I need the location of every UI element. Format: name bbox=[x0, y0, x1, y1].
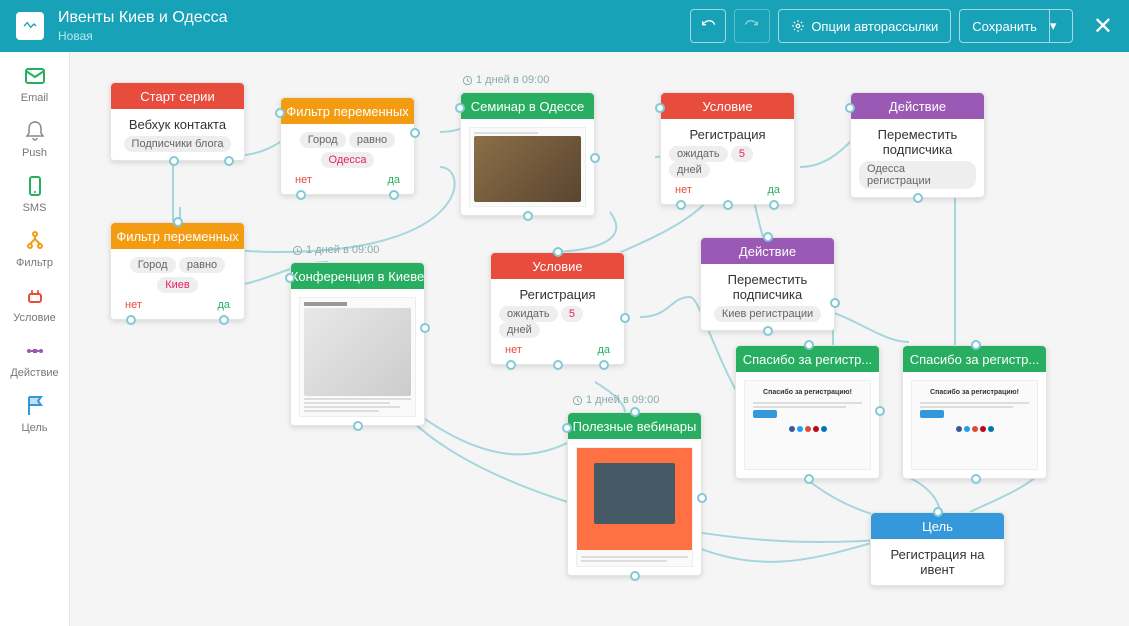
node-thanks-1[interactable]: Спасибо за регистр... Спасибо за регистр… bbox=[735, 345, 880, 479]
email-icon bbox=[23, 64, 47, 88]
sidebar-item-filter[interactable]: Фильтр bbox=[0, 221, 69, 276]
canvas[interactable]: Старт серии Вебхук контакта Подписчики б… bbox=[70, 52, 1129, 626]
node-condition-2[interactable]: Условие Регистрация ожидать 5 дней нетда bbox=[490, 252, 625, 365]
node-head: Старт серии bbox=[111, 83, 244, 109]
page-status: Новая bbox=[58, 29, 690, 43]
node-start[interactable]: Старт серии Вебхук контакта Подписчики б… bbox=[110, 82, 245, 161]
node-head: Семинар в Одессе bbox=[461, 93, 594, 119]
close-icon[interactable]: ✕ bbox=[1093, 12, 1113, 41]
sidebar-item-condition[interactable]: Условие bbox=[0, 276, 69, 331]
sidebar-item-email[interactable]: Email bbox=[0, 56, 69, 111]
sidebar: Email Push SMS Фильтр Условие Действие Ц… bbox=[0, 52, 70, 626]
node-head: Фильтр переменных bbox=[281, 98, 414, 124]
start-label: Вебхук контакта bbox=[129, 117, 226, 132]
time-tag: 1 дней в 09:00 bbox=[462, 74, 549, 86]
sidebar-item-push[interactable]: Push bbox=[0, 111, 69, 166]
goal-icon bbox=[23, 394, 47, 418]
phone-icon bbox=[23, 174, 47, 198]
title-block: Ивенты Киев и Одесса Новая bbox=[58, 9, 690, 43]
sidebar-item-sms[interactable]: SMS bbox=[0, 166, 69, 221]
time-tag: 1 дней в 09:00 bbox=[292, 244, 379, 256]
node-action-kiev[interactable]: Действие Переместить подписчика Киев рег… bbox=[700, 237, 835, 331]
start-pill: Подписчики блога bbox=[124, 136, 232, 152]
filter-icon bbox=[23, 229, 47, 253]
options-button[interactable]: Опции авторассылки bbox=[778, 9, 951, 43]
email-preview: Спасибо за регистрацию! bbox=[744, 380, 871, 470]
node-filter-odessa[interactable]: Фильтр переменных Город равно Одесса нет… bbox=[280, 97, 415, 195]
condition-icon bbox=[23, 284, 47, 308]
page-title: Ивенты Киев и Одесса bbox=[58, 9, 690, 27]
node-goal[interactable]: Цель Регистрация на ивент bbox=[870, 512, 1005, 586]
save-button[interactable]: Сохранить bbox=[959, 9, 1049, 43]
node-webinars[interactable]: Полезные вебинары bbox=[567, 412, 702, 576]
email-preview bbox=[469, 127, 586, 207]
node-head: Конференция в Киеве bbox=[291, 263, 424, 289]
redo-button[interactable] bbox=[734, 9, 770, 43]
node-head: Условие bbox=[661, 93, 794, 119]
header: Ивенты Киев и Одесса Новая Опции авторас… bbox=[0, 0, 1129, 52]
node-filter-kiev[interactable]: Фильтр переменных Город равно Киев нетда bbox=[110, 222, 245, 320]
node-action-odessa[interactable]: Действие Переместить подписчика Одесса р… bbox=[850, 92, 985, 198]
node-thanks-2[interactable]: Спасибо за регистр... Спасибо за регистр… bbox=[902, 345, 1047, 479]
email-preview: Спасибо за регистрацию! bbox=[911, 380, 1038, 470]
save-dropdown-button[interactable]: ▾ bbox=[1049, 9, 1073, 43]
logo-badge bbox=[16, 12, 44, 40]
email-preview bbox=[576, 447, 693, 567]
sidebar-item-action[interactable]: Действие bbox=[0, 331, 69, 386]
action-icon bbox=[23, 339, 47, 363]
undo-button[interactable] bbox=[690, 9, 726, 43]
node-conference[interactable]: Конференция в Киеве bbox=[290, 262, 425, 426]
bell-icon bbox=[23, 119, 47, 143]
node-seminar[interactable]: Семинар в Одессе bbox=[460, 92, 595, 216]
email-preview bbox=[299, 297, 416, 417]
node-condition-1[interactable]: Условие Регистрация ожидать 5 дней нетда bbox=[660, 92, 795, 205]
sidebar-item-goal[interactable]: Цель bbox=[0, 386, 69, 441]
node-head: Действие bbox=[851, 93, 984, 119]
options-label: Опции авторассылки bbox=[811, 19, 938, 34]
time-tag: 1 дней в 09:00 bbox=[572, 394, 659, 406]
